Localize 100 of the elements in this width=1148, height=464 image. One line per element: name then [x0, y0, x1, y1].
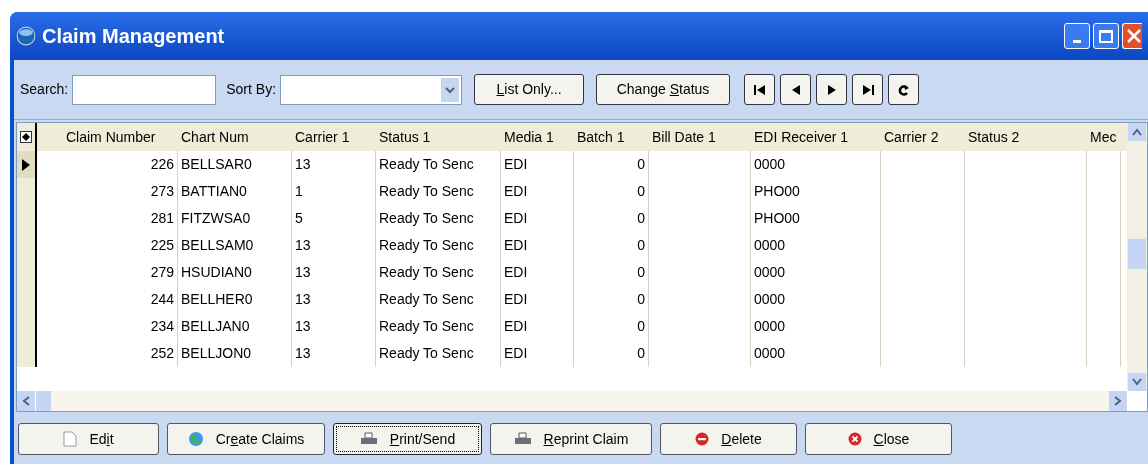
- last-record-button[interactable]: [852, 74, 884, 105]
- current-row-icon: [22, 158, 30, 171]
- table-cell: 1: [295, 183, 303, 199]
- table-cell: Ready To Senc: [379, 264, 474, 280]
- toolbar-button[interactable]: List Only...: [474, 74, 585, 105]
- table-cell: 0000: [754, 237, 786, 253]
- table-cell: EDI: [504, 291, 528, 307]
- table-cell: 13: [295, 291, 311, 307]
- table-cell: 0: [637, 291, 645, 307]
- column-header[interactable]: Claim Number: [66, 129, 156, 145]
- table-cell: 0: [637, 318, 645, 334]
- minus-icon: [695, 432, 710, 446]
- table-cell: BELLSAM0: [181, 237, 254, 253]
- first-record-button[interactable]: [744, 74, 776, 105]
- action-button[interactable]: Reprint Claim: [490, 423, 652, 455]
- table-cell: PHO00: [754, 183, 800, 199]
- column-header[interactable]: Status 1: [379, 129, 431, 145]
- vertical-scroll-thumb[interactable]: [1128, 239, 1146, 269]
- table-cell: 0000: [754, 264, 786, 280]
- search-label: Search:: [20, 80, 69, 99]
- previous-icon: [790, 84, 801, 95]
- table-cell: 281: [150, 210, 174, 226]
- next-icon: [826, 84, 837, 95]
- first-record-icon: [753, 84, 766, 95]
- table-cell: 0000: [754, 318, 786, 334]
- table-cell: 226: [150, 156, 174, 172]
- table-cell: 5: [295, 210, 303, 226]
- table-cell: 13: [295, 264, 311, 280]
- table-cell: BELLJON0: [181, 345, 252, 361]
- action-button[interactable]: Edit: [18, 423, 159, 455]
- table-cell: BELLHER0: [181, 291, 253, 307]
- table-cell: Ready To Senc: [379, 210, 474, 226]
- column-header[interactable]: Media 1: [504, 129, 554, 145]
- table-cell: 13: [295, 345, 311, 361]
- sort-dropdown[interactable]: [280, 74, 463, 105]
- horizontal-scroll-thumb[interactable]: [35, 391, 51, 411]
- printer-icon: [513, 432, 532, 446]
- table-cell: EDI: [504, 264, 528, 280]
- column-header[interactable]: Mec: [1090, 129, 1117, 145]
- column-header[interactable]: EDI Receiver 1: [754, 129, 849, 145]
- column-header[interactable]: Bill Date 1: [652, 129, 716, 145]
- scroll-up-button[interactable]: [1128, 123, 1146, 141]
- table-cell: 13: [295, 318, 311, 334]
- table-cell: 0: [637, 183, 645, 199]
- table-cell: EDI: [504, 345, 528, 361]
- table-cell: 0: [637, 210, 645, 226]
- select-all-icon[interactable]: [20, 131, 32, 143]
- action-button[interactable]: Close: [805, 423, 952, 455]
- table-cell: 252: [150, 345, 174, 361]
- table-cell: 0: [637, 237, 645, 253]
- refresh-button[interactable]: [888, 74, 920, 105]
- globe-icon: [187, 431, 204, 447]
- printer-icon: [359, 432, 378, 446]
- toolbar-button[interactable]: Change Status: [596, 74, 731, 105]
- app-icon: [16, 26, 36, 46]
- last-record-icon: [861, 84, 874, 95]
- column-header[interactable]: Carrier 1: [295, 129, 350, 145]
- table-cell: EDI: [504, 183, 528, 199]
- action-button[interactable]: Create Claims: [167, 423, 325, 455]
- scroll-left-button[interactable]: [17, 391, 35, 411]
- table-cell: EDI: [504, 210, 528, 226]
- table-cell: Ready To Senc: [379, 237, 474, 253]
- table-cell: 0000: [754, 345, 786, 361]
- table-cell: FITZWSA0: [181, 210, 251, 226]
- table-cell: BELLSAR0: [181, 156, 252, 172]
- refresh-icon: [897, 83, 910, 96]
- row-selector[interactable]: [17, 178, 37, 205]
- page-icon: [63, 431, 78, 447]
- close-icon: [847, 432, 862, 446]
- scroll-right-button[interactable]: [1109, 391, 1127, 411]
- table-cell: PHO00: [754, 210, 800, 226]
- close-window-button[interactable]: [1122, 23, 1142, 49]
- maximize-button[interactable]: [1093, 23, 1119, 49]
- action-button[interactable]: Delete: [660, 423, 797, 455]
- next-record-button[interactable]: [816, 74, 848, 105]
- table-cell: Ready To Senc: [379, 318, 474, 334]
- row-selector[interactable]: [17, 151, 37, 178]
- table-cell: EDI: [504, 237, 528, 253]
- close-icon: [1126, 29, 1142, 43]
- table-cell: 0: [637, 345, 645, 361]
- column-header[interactable]: Carrier 2: [884, 129, 939, 145]
- scroll-down-button[interactable]: [1128, 373, 1146, 391]
- column-header[interactable]: Status 2: [968, 129, 1020, 145]
- table-cell: EDI: [504, 156, 528, 172]
- table-cell: Ready To Senc: [379, 345, 474, 361]
- table-cell: 244: [150, 291, 174, 307]
- row-selector[interactable]: [17, 340, 37, 367]
- table-cell: 0000: [754, 291, 786, 307]
- action-button[interactable]: Print/Send: [333, 423, 482, 455]
- table-cell: 225: [150, 237, 174, 253]
- minimize-button[interactable]: [1064, 23, 1090, 49]
- table-cell: 0: [637, 156, 645, 172]
- table-cell: 0: [637, 264, 645, 280]
- table-cell: 273: [150, 183, 174, 199]
- table-cell: Ready To Senc: [379, 156, 474, 172]
- column-header[interactable]: Chart Num: [181, 129, 249, 145]
- column-header[interactable]: Batch 1: [577, 129, 625, 145]
- previous-record-button[interactable]: [780, 74, 812, 105]
- table-cell: Ready To Senc: [379, 183, 474, 199]
- search-field[interactable]: [72, 74, 217, 105]
